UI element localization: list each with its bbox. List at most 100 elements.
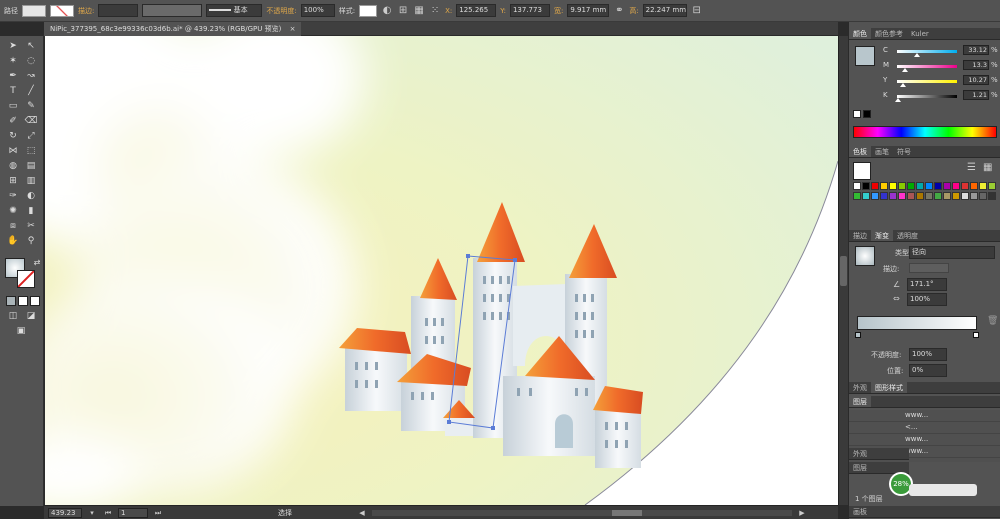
- free-transform-icon[interactable]: ⬚: [24, 144, 38, 158]
- curvature-icon[interactable]: ↝: [24, 69, 38, 83]
- artboard-number-field[interactable]: 1: [118, 507, 148, 518]
- reference-point-icon[interactable]: ⁙: [429, 5, 441, 17]
- brush-profile-dropdown[interactable]: 基本: [206, 4, 263, 17]
- slider-knob[interactable]: [901, 68, 908, 72]
- swatch-cell[interactable]: [916, 182, 924, 190]
- tab-appearance[interactable]: 外观: [849, 382, 871, 393]
- opacity-field[interactable]: 100%: [300, 4, 335, 17]
- lasso-icon[interactable]: ◌: [24, 54, 38, 68]
- close-tab-icon[interactable]: ×: [290, 25, 296, 33]
- slider-knob[interactable]: [894, 98, 901, 102]
- swatch-cell[interactable]: [970, 182, 978, 190]
- delete-stop-icon[interactable]: 🗑: [987, 316, 998, 328]
- direct-selection-icon[interactable]: ↖: [24, 39, 38, 53]
- layer-row[interactable]: www...: [849, 410, 1000, 422]
- scroll-left-icon[interactable]: ◀: [356, 507, 368, 519]
- swatch-cell[interactable]: [925, 192, 933, 200]
- channel-value[interactable]: 33.12: [963, 45, 989, 55]
- gradient-type-dropdown[interactable]: 径向: [909, 246, 995, 259]
- tab-swatches[interactable]: 色板: [849, 146, 871, 157]
- channel-value[interactable]: 1.21: [963, 90, 989, 100]
- gradient-mode-icon[interactable]: [18, 296, 28, 306]
- channel-track[interactable]: [897, 50, 957, 53]
- swatch-cell[interactable]: [988, 182, 996, 190]
- swatch-cell[interactable]: [889, 192, 897, 200]
- layer-row[interactable]: www...: [849, 434, 1000, 446]
- layer-actions-toolbar[interactable]: [909, 484, 977, 496]
- scroll-right-icon[interactable]: ▶: [796, 507, 808, 519]
- gradient-stop-left[interactable]: [855, 332, 861, 338]
- swatch-cell[interactable]: [871, 182, 879, 190]
- channel-slider-c[interactable]: C 33.12%: [853, 44, 999, 58]
- swatch-cell[interactable]: [943, 192, 951, 200]
- swatch-cell[interactable]: [853, 182, 861, 190]
- gradient-tool-icon[interactable]: ▥: [24, 174, 38, 188]
- scale-tool-icon[interactable]: ⤢: [24, 129, 38, 143]
- document-tab[interactable]: NiPic_377395_68c3e99336c03d6b.ai* @ 439.…: [44, 22, 302, 36]
- channel-slider-m[interactable]: M 13.3%: [853, 59, 999, 73]
- recolor-icon[interactable]: ◐: [381, 5, 393, 17]
- swatch-cell[interactable]: [952, 182, 960, 190]
- swatch-cell[interactable]: [988, 192, 996, 200]
- swatch-cell[interactable]: [943, 182, 951, 190]
- line-tool-icon[interactable]: ╱: [24, 84, 38, 98]
- artboard-tool-icon[interactable]: ⧈: [6, 219, 20, 233]
- selection-tool-icon[interactable]: ➤: [6, 39, 20, 53]
- zoom-dropdown-icon[interactable]: ▾: [86, 507, 98, 519]
- eyedropper-icon[interactable]: ✑: [6, 189, 20, 203]
- swap-colors-icon[interactable]: ⇄: [30, 256, 44, 270]
- horizontal-scrollbar[interactable]: [372, 509, 792, 516]
- y-field[interactable]: 137.773: [509, 4, 550, 17]
- swatch-cell[interactable]: [898, 192, 906, 200]
- swatch-cell[interactable]: [862, 182, 870, 190]
- height-field[interactable]: 22.247 mm: [642, 4, 687, 17]
- swatch-cell[interactable]: [934, 182, 942, 190]
- gradient-slider[interactable]: [857, 316, 977, 330]
- align-options-icon[interactable]: ⊞: [397, 5, 409, 17]
- slice-tool-icon[interactable]: ✂: [24, 219, 38, 233]
- gradient-angle-field[interactable]: 171.1°: [907, 278, 947, 291]
- fill-swatch[interactable]: [22, 4, 46, 17]
- swatch-cell[interactable]: [871, 192, 879, 200]
- black-swatch[interactable]: [863, 110, 871, 118]
- width-tool-icon[interactable]: ⋈: [6, 144, 20, 158]
- channel-slider-y[interactable]: Y 10.27%: [853, 74, 999, 88]
- shape-builder-icon[interactable]: ◍: [6, 159, 20, 173]
- swatch-cell[interactable]: [907, 182, 915, 190]
- channel-slider-k[interactable]: K 1.21%: [853, 89, 999, 103]
- hand-tool-icon[interactable]: ✋: [6, 234, 20, 248]
- tab-gradient[interactable]: 渐变: [871, 230, 893, 241]
- variable-width-dropdown[interactable]: [142, 4, 203, 17]
- rectangle-tool-icon[interactable]: ▭: [6, 99, 20, 113]
- x-field[interactable]: 125.265: [456, 4, 497, 17]
- swatch-cell[interactable]: [961, 192, 969, 200]
- rotate-tool-icon[interactable]: ↻: [6, 129, 20, 143]
- gradient-opacity-field[interactable]: 100%: [909, 348, 947, 361]
- swatch-cell[interactable]: [979, 192, 987, 200]
- swatch-cell[interactable]: [952, 192, 960, 200]
- tab-color[interactable]: 颜色: [849, 28, 871, 39]
- perspective-grid-icon[interactable]: ▤: [24, 159, 38, 173]
- swatch-cell[interactable]: [907, 192, 915, 200]
- tab-stroke[interactable]: 描边: [849, 230, 871, 241]
- layer-row[interactable]: <...: [849, 422, 1000, 434]
- draw-behind-icon[interactable]: ◪: [24, 309, 38, 323]
- tab-layers[interactable]: 图层: [849, 396, 871, 407]
- width-field[interactable]: 9.917 mm: [567, 4, 610, 17]
- swatch-cell[interactable]: [979, 182, 987, 190]
- channel-track[interactable]: [897, 80, 957, 83]
- white-swatch[interactable]: [853, 110, 861, 118]
- color-spectrum[interactable]: [853, 126, 997, 138]
- transform-icon[interactable]: ▦: [413, 5, 425, 17]
- link-icon[interactable]: ⚭: [613, 5, 625, 17]
- eraser-icon[interactable]: ⌫: [24, 114, 38, 128]
- tab-graphic-styles[interactable]: 图形样式: [871, 382, 907, 393]
- tab-brushes[interactable]: 画笔: [871, 146, 893, 157]
- gradient-thumbnail[interactable]: [855, 246, 875, 266]
- swatch-grid[interactable]: [853, 182, 997, 212]
- slider-knob[interactable]: [913, 53, 920, 57]
- swatch-cell[interactable]: [880, 182, 888, 190]
- graph-tool-icon[interactable]: ▮: [24, 204, 38, 218]
- tab-artboards[interactable]: 画板: [849, 506, 871, 517]
- horizontal-scrollbar-thumb[interactable]: [612, 509, 642, 516]
